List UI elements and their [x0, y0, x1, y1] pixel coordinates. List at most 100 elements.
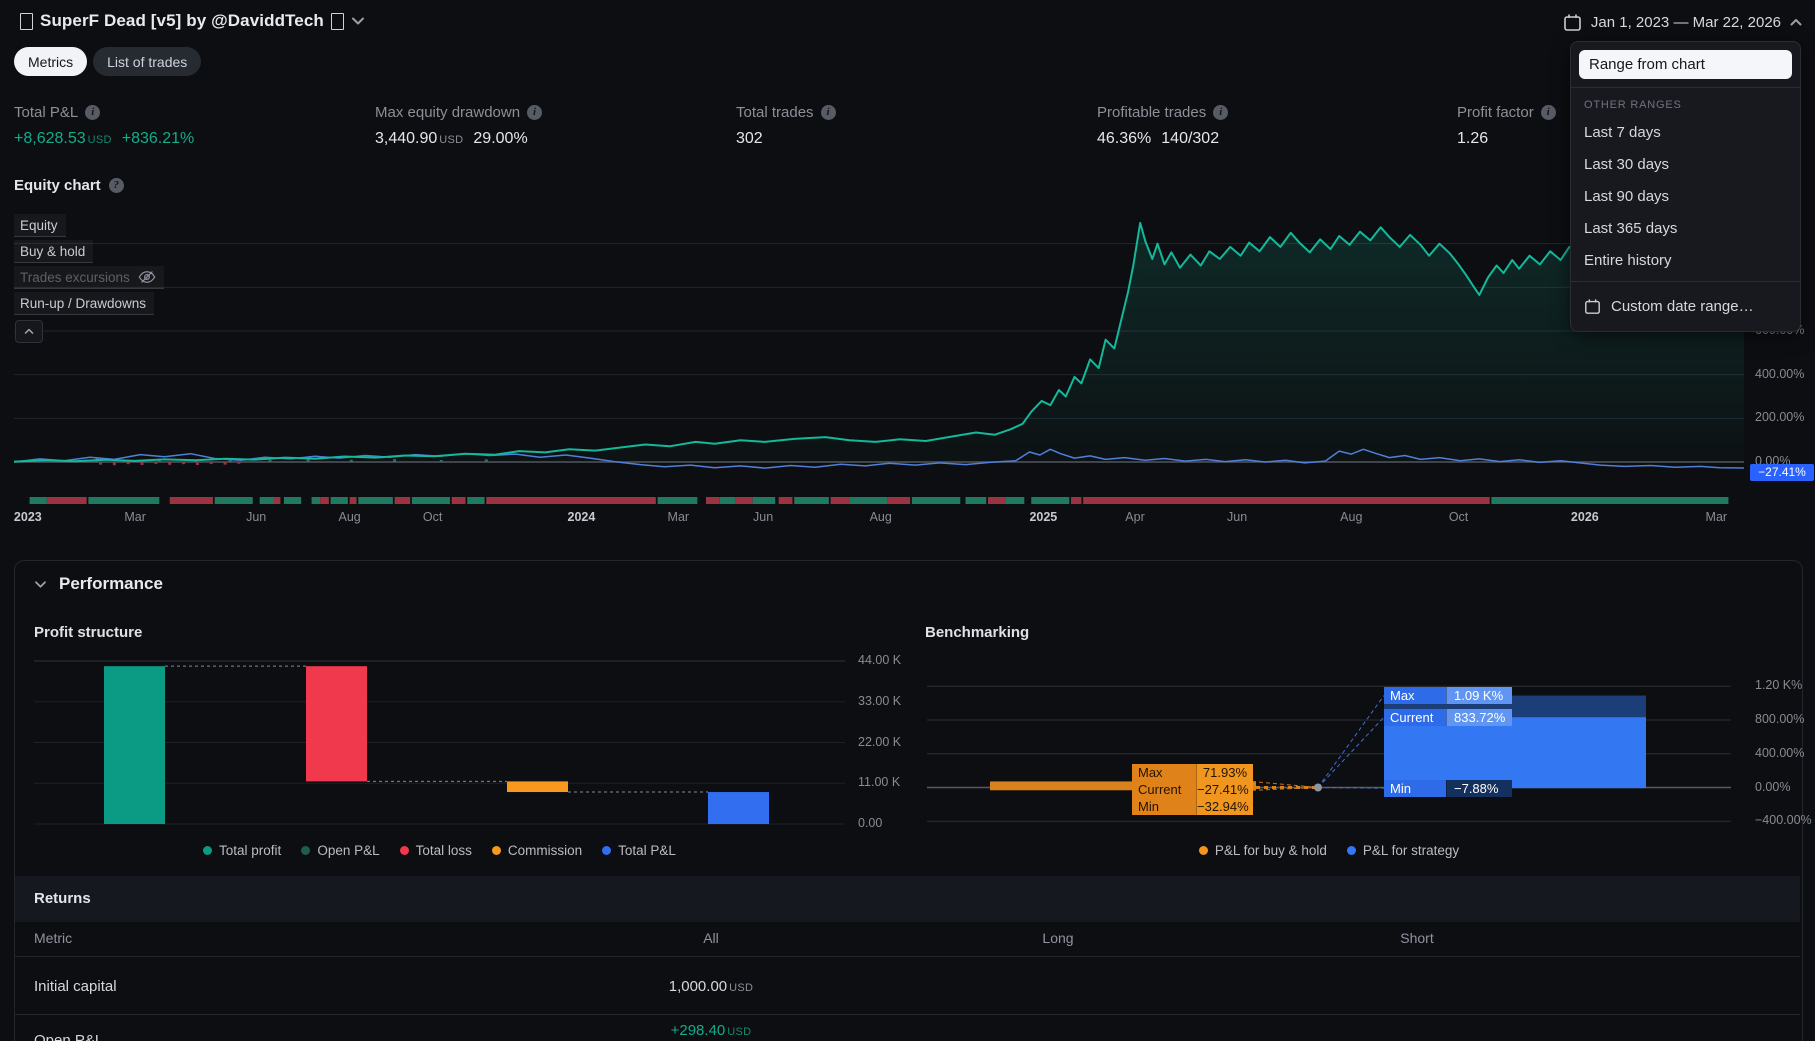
table-row-value: 1,000.00 USD	[669, 978, 754, 995]
stat-value: +8,628.53 USD +836.21%	[14, 130, 194, 148]
tab-list-of-trades[interactable]: List of trades	[93, 47, 202, 76]
equity-y-tick: 400.00%	[1755, 366, 1805, 381]
performance-header[interactable]: Performance	[34, 574, 163, 594]
info-icon[interactable]: i	[527, 105, 543, 120]
stat-main-value: 3,440.90 USD	[375, 130, 463, 148]
legend-chip-buy-hold[interactable]: Buy & hold	[14, 240, 94, 263]
equity-x-tick: Aug	[1340, 510, 1363, 524]
tab-metrics[interactable]: Metrics	[14, 47, 88, 76]
info-icon[interactable]: i	[1540, 105, 1556, 120]
benchmarking-label: Benchmarking	[925, 624, 1030, 641]
date-range-label: Jan 1, 2023 — Mar 22, 2026	[1590, 14, 1781, 31]
legend-chip-equity[interactable]: Equity	[14, 214, 66, 237]
equity-x-tick: Aug	[338, 510, 361, 524]
info-icon[interactable]: i	[85, 105, 101, 120]
equity-x-tick: 2025	[1029, 510, 1058, 524]
menu-item-range-from-chart[interactable]: Range from chart	[1579, 50, 1792, 79]
column-header-all: All	[703, 930, 719, 946]
equity-x-tick: Mar	[667, 510, 690, 524]
menu-item-last-365-days[interactable]: Last 365 days	[1571, 212, 1800, 244]
chevron-down-icon	[35, 580, 46, 588]
performance-panel	[14, 560, 1803, 1041]
strategy-tester-page: SuperF Dead [v5] by @DaviddTech Jan 1, 2…	[0, 0, 1815, 1041]
menu-item-last-30-days[interactable]: Last 30 days	[1571, 148, 1800, 180]
table-divider	[15, 956, 1800, 957]
calendar-icon	[1564, 14, 1581, 31]
equity-x-tick: 2023	[13, 510, 42, 524]
stat-extra-value: 140/302	[1161, 130, 1220, 147]
equity-x-tick: Aug	[869, 510, 892, 524]
date-range-button[interactable]: Jan 1, 2023 — Mar 22, 2026	[1555, 10, 1810, 35]
stat-label: Total P&L i	[14, 104, 194, 121]
stat-main-value: 1.26	[1457, 130, 1488, 148]
stat-value: 302	[736, 130, 836, 148]
table-row-value: +298.40 USD	[671, 1022, 752, 1039]
equity-chart-header: Equity chart ?	[14, 177, 124, 194]
returns-title: Returns	[34, 890, 91, 907]
eye-off-icon[interactable]	[138, 270, 156, 284]
equity-x-tick: Apr	[1125, 510, 1145, 524]
legend-chip-label: Run-up / Drawdowns	[20, 295, 147, 311]
equity-chart-title: Equity chart	[14, 177, 101, 194]
chevron-up-icon	[24, 328, 34, 334]
equity-x-tick: Oct	[1448, 510, 1469, 524]
table-row-metric: Initial capital	[34, 978, 117, 995]
equity-x-tick: Jun	[246, 510, 267, 524]
date-range-menu: Range from chart OTHER RANGES Last 7 day…	[1570, 41, 1801, 332]
title-chevron-down-icon[interactable]	[351, 16, 365, 26]
equity-x-tick: Mar	[124, 510, 146, 524]
stat-label: Profitable trades i	[1097, 104, 1229, 121]
collapse-legend-button[interactable]	[15, 320, 43, 343]
stat-max-equity-drawdown: Max equity drawdown i 3,440.90 USD 29.00%	[375, 104, 543, 148]
column-header-long: Long	[1042, 930, 1074, 946]
stat-number: 46.36%	[1097, 130, 1152, 147]
stat-label: Profit factor i	[1457, 104, 1556, 121]
legend-chip-label: Trades excursions	[20, 269, 130, 285]
equity-x-tick: 2026	[1570, 510, 1599, 524]
legend-chip-trades-excursions[interactable]: Trades excursions	[14, 266, 164, 289]
stat-label-text: Max equity drawdown	[375, 104, 521, 121]
menu-item-last-7-days[interactable]: Last 7 days	[1571, 116, 1800, 148]
stat-main-value: +8,628.53 USD	[14, 130, 112, 148]
legend-chip-label: Equity	[20, 217, 58, 233]
info-icon[interactable]: i	[1213, 105, 1229, 120]
menu-divider	[1571, 281, 1800, 282]
stat-extra-value: +836.21%	[121, 130, 195, 147]
stat-label: Max equity drawdown i	[375, 104, 543, 121]
stat-value: 3,440.90 USD 29.00%	[375, 130, 542, 148]
stat-unit: USD	[439, 134, 464, 146]
legend-chip-run-up-drawdowns[interactable]: Run-up / Drawdowns	[14, 292, 155, 315]
returns-band	[15, 876, 1800, 922]
table-row-metric: Open P&L	[34, 1032, 104, 1041]
calendar-icon	[1585, 298, 1600, 314]
stat-profit-factor: Profit factor i 1.26	[1457, 104, 1556, 148]
view-tabs: Metrics List of trades	[14, 47, 202, 76]
stat-main-value: 302	[736, 130, 763, 148]
stat-value: 1.26	[1457, 130, 1556, 148]
menu-item-custom-date-range[interactable]: Custom date range…	[1571, 287, 1800, 325]
equity-y-tick: 0.00%	[1755, 454, 1791, 468]
stat-label: Total trades i	[736, 104, 836, 121]
stat-number: +8,628.53	[14, 130, 86, 147]
column-header-short: Short	[1400, 930, 1434, 946]
tofu-box-icon	[330, 12, 344, 30]
stat-label-text: Total trades	[736, 104, 814, 121]
equity-x-tick: Jun	[1227, 510, 1248, 524]
equity-x-tick: 2024	[567, 510, 596, 524]
stat-number: 1.26	[1457, 130, 1489, 147]
help-icon[interactable]: ?	[108, 178, 124, 193]
column-header-metric: Metric	[34, 930, 73, 946]
menu-item-entire-history[interactable]: Entire history	[1571, 244, 1800, 276]
stat-label-text: Profit factor	[1457, 104, 1534, 121]
stat-extra-value: 29.00%	[473, 130, 528, 147]
stat-total-trades: Total trades i 302	[736, 104, 836, 148]
equity-x-tick: Mar	[1705, 510, 1728, 524]
info-icon[interactable]: i	[820, 105, 836, 120]
stat-main-value: 46.36%	[1097, 130, 1151, 148]
menu-group-label: OTHER RANGES	[1584, 99, 1682, 111]
equity-x-tick: Oct	[422, 510, 443, 524]
equity-x-tick: Jun	[753, 510, 774, 524]
stat-label-text: Total P&L	[14, 104, 79, 121]
menu-item-last-90-days[interactable]: Last 90 days	[1571, 180, 1800, 212]
equity-y-tick: 200.00%	[1755, 410, 1805, 425]
